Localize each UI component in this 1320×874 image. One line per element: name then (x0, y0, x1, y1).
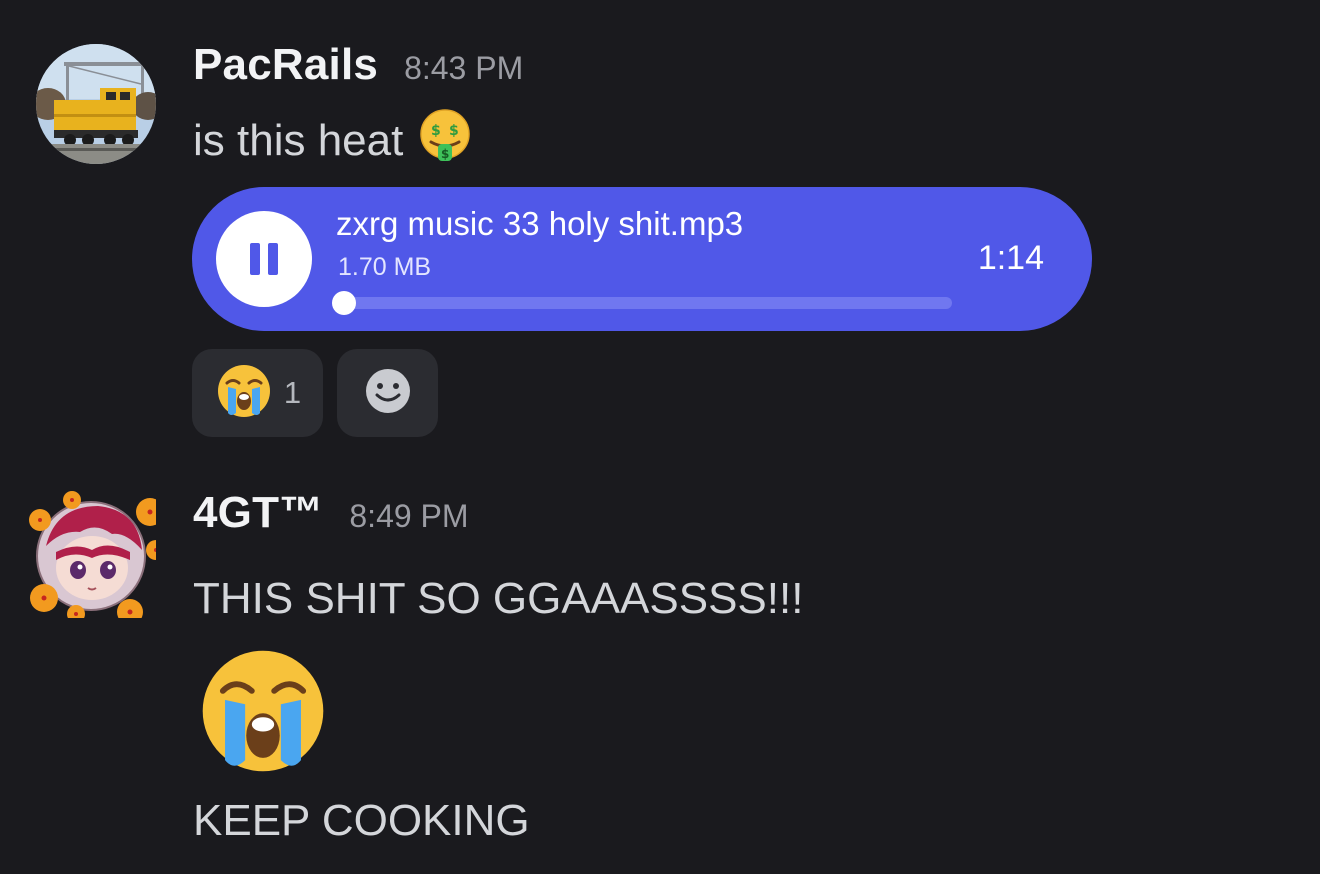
pause-icon-bar (268, 243, 278, 275)
loudly-crying-face-icon (196, 644, 330, 783)
chat-view: PacRails 8:43 PM is this heat $ $ $ zxrg… (0, 0, 1320, 874)
message-text-row: is this heat $ $ $ (193, 108, 523, 170)
timestamp: 8:43 PM (404, 50, 524, 86)
money-mouth-face-icon: $ $ $ (417, 108, 473, 175)
audio-progress-bar[interactable] (338, 297, 952, 309)
add-reaction-smiley-icon (363, 366, 413, 421)
message-header: 4GT™ 8:49 PM (193, 488, 469, 560)
audio-file-size: 1.70 MB (338, 253, 432, 281)
message-text: KEEP COOKING (193, 796, 530, 845)
add-reaction-button[interactable] (337, 349, 438, 437)
reactions-row: 1 (192, 349, 438, 437)
username[interactable]: PacRails (193, 40, 378, 90)
anime-avatar-image (29, 491, 166, 625)
train-avatar-image (36, 44, 156, 164)
avatar-pacrails[interactable] (36, 44, 156, 164)
message-text: is this heat (193, 116, 404, 165)
svg-text:$: $ (431, 123, 441, 139)
pause-button[interactable] (216, 211, 312, 307)
message-header: PacRails 8:43 PM (193, 40, 523, 112)
svg-text:$: $ (441, 147, 449, 161)
message-content: PacRails 8:43 PM is this heat $ $ $ (193, 40, 523, 170)
reaction-count: 1 (283, 375, 302, 410)
loudly-crying-face-icon (214, 361, 274, 426)
audio-duration: 1:14 (977, 239, 1044, 277)
message-text: THIS SHIT SO GGAAASSSS!!! (193, 574, 804, 623)
timestamp: 8:49 PM (349, 498, 469, 534)
svg-text:$: $ (449, 123, 459, 139)
username[interactable]: 4GT™ (193, 488, 323, 538)
audio-progress-thumb[interactable] (332, 291, 356, 315)
audio-file-name[interactable]: zxrg music 33 holy shit.mp3 (336, 205, 743, 243)
audio-attachment: zxrg music 33 holy shit.mp3 1.70 MB 1:14 (192, 187, 1092, 331)
avatar-4gt[interactable] (26, 488, 166, 625)
reaction-loudly-crying[interactable]: 1 (192, 349, 323, 437)
pause-icon (250, 243, 260, 275)
message-content: 4GT™ 8:49 PM (193, 488, 469, 560)
